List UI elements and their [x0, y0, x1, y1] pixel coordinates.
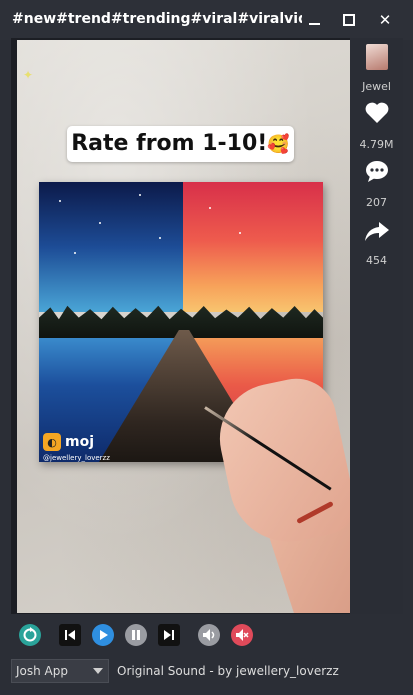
- star: [159, 237, 161, 239]
- shares-count: 454: [366, 254, 387, 267]
- moj-logo-icon: ◐: [43, 433, 61, 451]
- close-icon: ✕: [378, 11, 392, 29]
- playback-controls: [0, 614, 413, 656]
- star: [139, 194, 141, 196]
- replay-button[interactable]: [19, 624, 41, 646]
- volume-button[interactable]: [198, 624, 220, 646]
- maximize-icon: [343, 14, 355, 26]
- video-player[interactable]: ✦ Rate from 1-10!🥰 ◐ moj @jewellery_love…: [17, 40, 350, 613]
- skip-previous-icon: [65, 630, 75, 640]
- comments-count: 207: [366, 196, 387, 209]
- moj-watermark: ◐ moj: [43, 433, 94, 451]
- pause-button[interactable]: [125, 624, 147, 646]
- pause-icon: [132, 630, 140, 640]
- star: [99, 222, 101, 224]
- star: [239, 232, 241, 234]
- title-bar: #new#trend#trending#viral#viralvideo#...…: [0, 0, 413, 40]
- next-button[interactable]: [158, 624, 180, 646]
- previous-button[interactable]: [59, 624, 81, 646]
- heart-icon: [365, 102, 389, 123]
- mute-button[interactable]: [231, 624, 253, 646]
- content-area: ✦ Rate from 1-10!🥰 ◐ moj @jewellery_love…: [11, 38, 403, 614]
- close-button[interactable]: ✕: [377, 11, 393, 29]
- mute-icon: [236, 629, 249, 641]
- play-icon: [100, 630, 108, 640]
- source-select[interactable]: Josh App: [11, 659, 109, 683]
- bottom-bar: Josh App Original Sound - by jewellery_l…: [0, 656, 413, 695]
- caption-emoji: 🥰: [267, 134, 290, 155]
- star: [74, 252, 76, 254]
- replay-icon: [23, 627, 37, 642]
- share-button[interactable]: [362, 218, 392, 244]
- sunset-sky: [183, 182, 323, 312]
- play-button[interactable]: [92, 624, 114, 646]
- caption-text: Rate from 1-10!: [71, 131, 268, 156]
- engagement-sidebar: Jewel 4.79M 207 454: [350, 38, 403, 614]
- minimize-button[interactable]: [306, 12, 322, 28]
- video-caption: Rate from 1-10!🥰: [67, 126, 294, 162]
- star: [209, 207, 211, 209]
- share-icon: [365, 222, 389, 241]
- chevron-down-icon: [93, 668, 103, 674]
- likes-count: 4.79M: [359, 138, 394, 151]
- sound-label: Original Sound - by jewellery_loverzz: [117, 664, 339, 678]
- watermark-handle: @jewellery_loverzz: [43, 454, 110, 462]
- like-button[interactable]: [362, 100, 392, 126]
- volume-icon: [203, 629, 215, 641]
- comment-button[interactable]: [362, 158, 392, 184]
- window-title: #new#trend#trending#viral#viralvideo#...: [12, 11, 302, 27]
- minimize-icon: [308, 23, 320, 25]
- skip-next-icon: [164, 630, 174, 640]
- maximize-button[interactable]: [341, 12, 357, 28]
- source-select-value: Josh App: [16, 664, 68, 678]
- avatar[interactable]: [366, 44, 388, 70]
- moj-brand: moj: [65, 434, 95, 450]
- sparkle-icon: ✦: [23, 68, 34, 82]
- star: [59, 200, 61, 202]
- username-label: Jewel: [362, 80, 391, 93]
- comment-icon: [366, 161, 388, 182]
